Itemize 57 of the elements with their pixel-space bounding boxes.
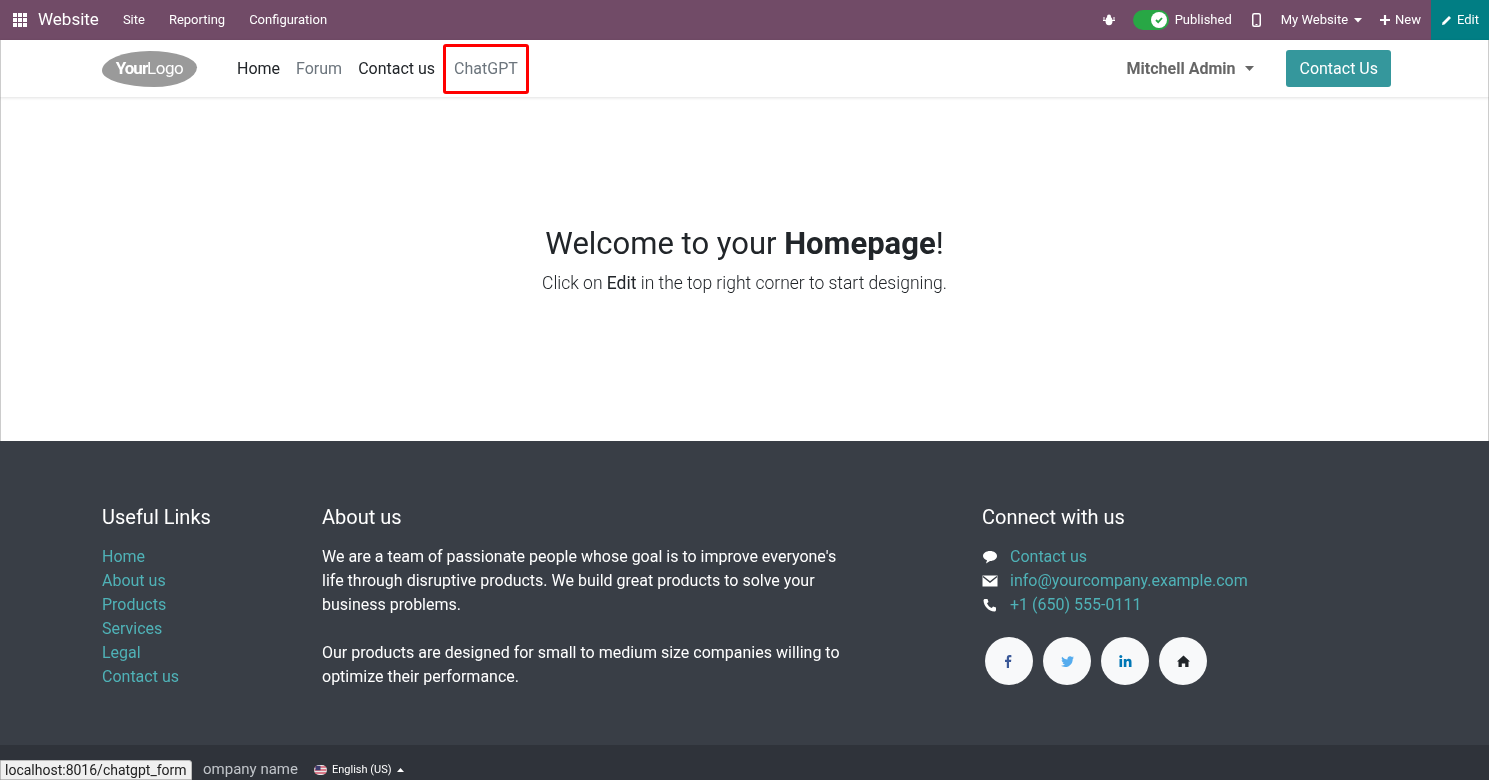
social-button[interactable] <box>1101 637 1149 685</box>
speech-bubble-icon <box>982 550 998 564</box>
website-dropdown[interactable]: My Website <box>1272 10 1371 30</box>
contact-link[interactable]: info@yourcompany.example.com <box>1010 569 1248 593</box>
nav-link[interactable]: ChatGPT <box>443 43 529 94</box>
status-url-tooltip: localhost:8016/chatgpt_form <box>0 760 192 780</box>
menu-item[interactable]: Reporting <box>156 10 238 30</box>
check-icon <box>1153 15 1164 25</box>
mobile-icon <box>1251 13 1261 27</box>
nav-link[interactable]: Forum <box>288 50 351 87</box>
about-paragraph: We are a team of passionate people whose goal is to improve everyone's life through disruptive products. We build great products to solve your business problems. <box>322 546 838 616</box>
footer-link[interactable]: Products <box>102 593 167 617</box>
logo-text-light: Logo <box>147 56 184 80</box>
caret-icon <box>396 768 404 772</box>
new-button[interactable]: New <box>1370 0 1431 40</box>
logo[interactable]: YourLogo <box>102 50 197 87</box>
bug-icon <box>1102 14 1115 26</box>
plus-icon <box>1380 15 1391 25</box>
contact-us-button[interactable]: Contact Us <box>1286 50 1391 87</box>
footer-heading: About us <box>322 505 403 529</box>
footer-link[interactable]: About us <box>102 569 166 593</box>
edit-button[interactable]: Edit <box>1431 0 1489 40</box>
contact-link[interactable]: Contact us <box>1010 545 1087 569</box>
social-button[interactable] <box>1159 637 1207 685</box>
menu-item[interactable]: Configuration <box>237 10 340 30</box>
pencil-icon <box>1441 14 1452 26</box>
apps-grid-icon <box>13 13 27 27</box>
social-button[interactable] <box>985 637 1033 685</box>
flag-icon <box>313 765 327 775</box>
footer-link[interactable]: Contact us <box>102 665 179 689</box>
footer-heading: Useful Links <box>102 505 212 529</box>
hero-title: Welcome to your Homepage! <box>545 224 944 264</box>
about-paragraph: Our products are designed for small to medium size companies willing to optimize their performance. <box>322 642 841 688</box>
house-icon <box>1175 653 1191 669</box>
social-button[interactable] <box>1043 637 1091 685</box>
bird-icon <box>1059 653 1075 669</box>
footer-link[interactable]: Home <box>102 545 146 569</box>
caret-icon <box>1245 66 1255 71</box>
hero-subtitle: Click on Edit in the top right corner to start designing. <box>542 272 947 295</box>
logo-text-bold: Your <box>115 56 148 80</box>
menu-item[interactable]: Site <box>110 10 157 30</box>
language-selector[interactable]: English (US) <box>313 762 404 778</box>
published-toggle[interactable] <box>1132 10 1169 30</box>
linkedin-icon <box>1117 653 1133 669</box>
app-name[interactable]: Website <box>38 7 99 33</box>
footer-heading: Connect with us <box>982 505 1126 529</box>
contact-link[interactable]: +1 (650) 555-0111 <box>1010 593 1142 617</box>
published-label: Published <box>1174 11 1232 30</box>
footer-link[interactable]: Services <box>102 617 163 641</box>
caret-icon <box>1354 17 1363 23</box>
nav-link[interactable]: Home <box>229 50 289 87</box>
nav-link[interactable]: Contact us <box>350 50 444 87</box>
phone-icon <box>982 598 998 612</box>
footer-link[interactable]: Legal <box>102 641 141 665</box>
user-dropdown[interactable]: Mitchell Admin <box>1126 56 1255 81</box>
copyright-text: ompany name <box>203 760 298 778</box>
envelope-icon <box>982 575 998 587</box>
